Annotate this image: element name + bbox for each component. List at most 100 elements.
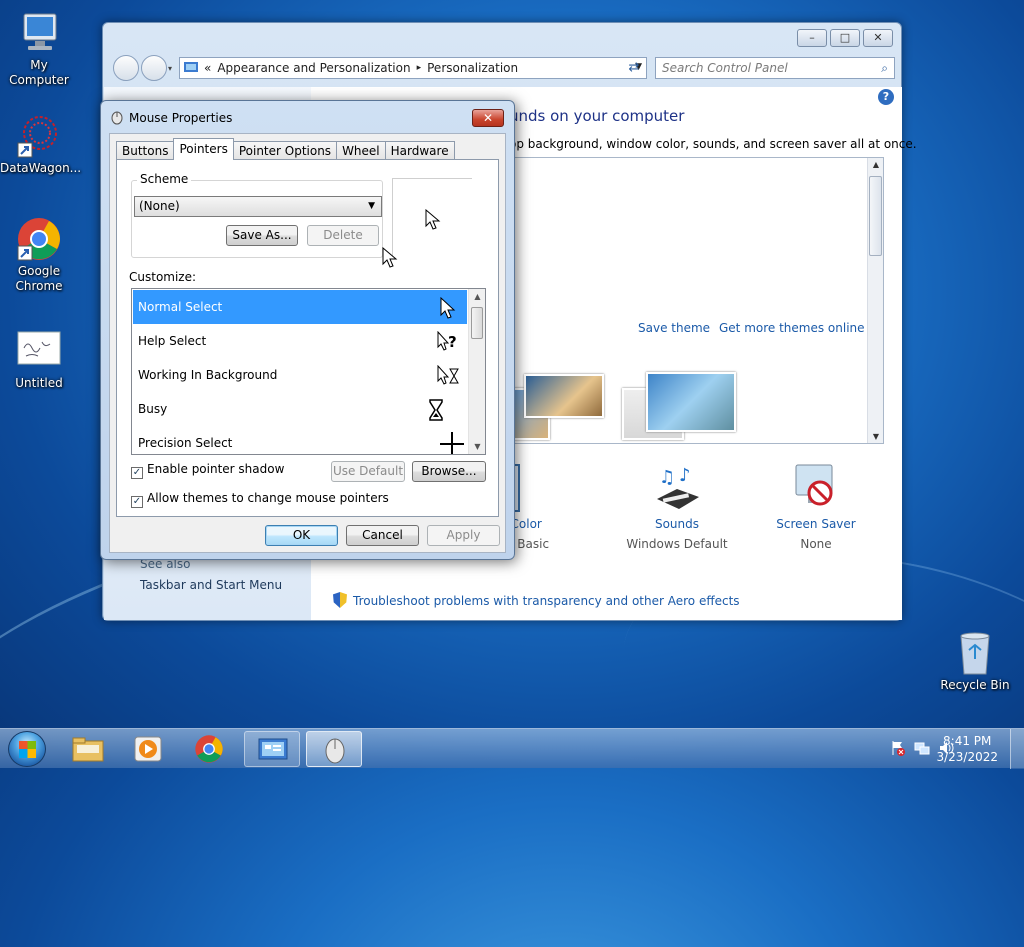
dialog-close-button[interactable]: ✕ — [472, 109, 504, 127]
start-button[interactable] — [8, 731, 46, 767]
get-more-themes-link[interactable]: Get more themes online — [719, 321, 865, 335]
breadcrumb-appearance[interactable]: Appearance and Personalization — [217, 61, 410, 75]
desktop-icon-untitled[interactable]: Untitled — [0, 328, 78, 391]
troubleshoot-text[interactable]: Troubleshoot problems with transparency … — [353, 594, 740, 608]
folder-icon — [72, 737, 104, 762]
help-icon[interactable]: ? — [878, 89, 894, 105]
hourglass-icon — [429, 399, 443, 421]
navigation-bar: ▾ « Appearance and Personalization ▸ Per… — [111, 55, 895, 81]
scroll-up-icon[interactable]: ▲ — [469, 292, 485, 301]
action-center-icon[interactable] — [890, 740, 906, 756]
taskbar-control-panel[interactable] — [244, 731, 300, 767]
scheme-label: Scheme — [137, 172, 192, 186]
cursor-row-busy[interactable]: Busy — [133, 392, 467, 426]
cursor-row-normal-select[interactable]: Normal Select — [133, 290, 467, 324]
mouse-properties-dialog: Mouse Properties ✕ Buttons Pointers Poin… — [100, 100, 515, 560]
cancel-button[interactable]: Cancel — [346, 525, 419, 546]
cursor-name: Precision Select — [138, 436, 233, 450]
back-button[interactable] — [113, 55, 139, 81]
caption-buttons: – □ ✕ — [797, 29, 893, 47]
pointers-tab-page: Scheme (None) ▼ Save As... Delete Custom… — [116, 159, 499, 517]
cursor-row-working-in-background[interactable]: Working In Background — [133, 358, 467, 392]
tab-pointers[interactable]: Pointers — [173, 138, 234, 160]
refresh-icon[interactable]: ⇄ — [623, 57, 645, 79]
themes-scrollbar[interactable]: ▲ ▼ — [867, 158, 883, 443]
screen-saver-title[interactable]: Screen Saver — [751, 517, 881, 531]
enable-shadow-checkbox[interactable]: ✓ — [131, 467, 143, 479]
scheme-select[interactable]: (None) ▼ — [134, 196, 382, 217]
sounds-item[interactable]: ♫ ♪ Sounds Windows Default — [612, 463, 742, 551]
tab-hardware[interactable]: Hardware — [384, 141, 455, 160]
save-theme-link[interactable]: Save theme — [638, 321, 710, 335]
breadcrumb-prefix[interactable]: « — [204, 61, 211, 75]
scroll-up-icon[interactable]: ▲ — [868, 160, 884, 169]
cursor-row-precision-select[interactable]: Precision Select — [133, 426, 467, 454]
save-as-button[interactable]: Save As... — [226, 225, 298, 246]
taskbar-explorer[interactable] — [60, 731, 116, 767]
screen-saver-item[interactable]: Screen Saver None — [751, 463, 881, 551]
sounds-icon: ♫ ♪ — [651, 463, 703, 513]
desktop-icon-recycle-bin[interactable]: Recycle Bin — [936, 630, 1014, 693]
screen-saver-icon — [790, 463, 842, 513]
arrow-cursor-icon — [440, 297, 456, 319]
network-icon[interactable] — [914, 740, 930, 756]
mouse-icon — [325, 738, 345, 764]
scroll-down-icon[interactable]: ▼ — [868, 432, 884, 441]
allow-themes-checkbox[interactable]: ✓ — [131, 496, 143, 508]
scroll-thumb[interactable] — [869, 176, 882, 256]
taskbar: 8:41 PM 3/23/2022 — [0, 728, 1024, 769]
image-file-icon — [16, 328, 62, 374]
maximize-button[interactable]: □ — [830, 29, 860, 47]
clock[interactable]: 8:41 PM 3/23/2022 — [936, 733, 998, 765]
taskbar-mouse-properties[interactable] — [306, 731, 362, 767]
taskbar-media-player[interactable] — [120, 731, 176, 767]
themes-list[interactable]: Save theme Get more themes online ▲ ▼ — [509, 157, 884, 444]
ok-button[interactable]: OK — [265, 525, 338, 546]
theme-thumbnail[interactable] — [646, 372, 736, 432]
desktop-icon-label: My Computer — [9, 58, 69, 87]
show-desktop-button[interactable] — [1010, 729, 1024, 769]
browse-button[interactable]: Browse... — [412, 461, 486, 482]
windows-logo-icon — [19, 749, 36, 758]
cursor-row-help-select[interactable]: Help Select ? — [133, 324, 467, 358]
taskbar-chrome[interactable] — [182, 731, 238, 767]
troubleshoot-link[interactable]: Troubleshoot problems with transparency … — [333, 592, 740, 608]
scroll-thumb[interactable] — [471, 307, 483, 339]
breadcrumb-personalization[interactable]: Personalization — [427, 61, 518, 75]
tab-buttons[interactable]: Buttons — [116, 141, 175, 160]
recent-pages-dropdown[interactable]: ▾ — [168, 64, 172, 73]
search-input[interactable]: Search Control Panel ⌕ — [655, 57, 895, 79]
theme-thumbnails[interactable] — [510, 368, 750, 443]
use-default-button[interactable]: Use Default — [331, 461, 405, 482]
enable-shadow-row[interactable]: ✓ Enable pointer shadow — [131, 462, 284, 479]
tab-wheel[interactable]: Wheel — [336, 141, 386, 160]
allow-themes-row[interactable]: ✓ Allow themes to change mouse pointers — [131, 491, 389, 508]
close-button[interactable]: ✕ — [863, 29, 893, 47]
cursor-list-scrollbar[interactable]: ▲ ▼ — [468, 289, 485, 454]
tab-pointer-options[interactable]: Pointer Options — [232, 141, 338, 160]
clock-date: 3/23/2022 — [936, 750, 998, 764]
desktop-icon-google-chrome[interactable]: Google Chrome — [0, 216, 78, 294]
enable-shadow-label[interactable]: Enable pointer shadow — [147, 462, 284, 476]
address-bar[interactable]: « Appearance and Personalization ▸ Perso… — [179, 57, 647, 79]
search-icon[interactable]: ⌕ — [881, 58, 888, 78]
scroll-down-icon[interactable]: ▼ — [469, 442, 485, 451]
taskbar-start-menu-link[interactable]: Taskbar and Start Menu — [140, 578, 282, 592]
allow-themes-label[interactable]: Allow themes to change mouse pointers — [147, 491, 389, 505]
apply-button[interactable]: Apply — [427, 525, 500, 546]
breadcrumb-separator[interactable]: ▸ — [417, 63, 422, 73]
minimize-button[interactable]: – — [797, 29, 827, 47]
dialog-title: Mouse Properties — [129, 111, 233, 125]
computer-icon — [16, 10, 62, 56]
desktop-icon-my-computer[interactable]: My Computer — [0, 10, 78, 88]
cursor-list[interactable]: Normal Select Help Select ? Working In B… — [131, 288, 486, 455]
sounds-title[interactable]: Sounds — [612, 517, 742, 531]
scheme-group — [131, 180, 383, 258]
desktop-icon-datawagon[interactable]: DataWagon... — [0, 113, 81, 176]
delete-button[interactable]: Delete — [307, 225, 379, 246]
forward-button[interactable] — [141, 55, 167, 81]
page-subtitle: op background, window color, sounds, and… — [509, 137, 917, 151]
screen-saver-subtitle: None — [800, 537, 832, 551]
tab-strip: Buttons Pointers Pointer Options Wheel H… — [116, 138, 455, 160]
theme-thumbnail[interactable] — [524, 374, 604, 418]
